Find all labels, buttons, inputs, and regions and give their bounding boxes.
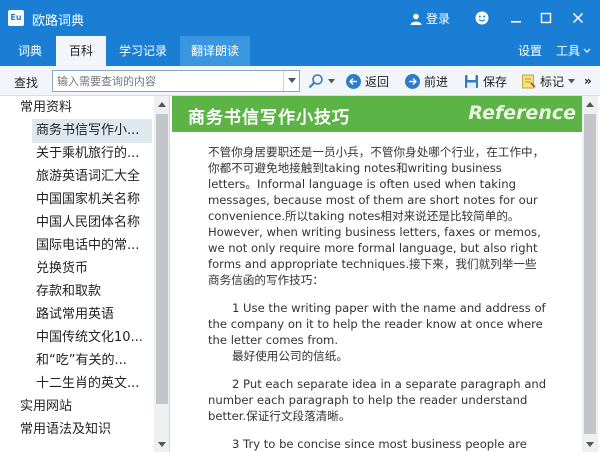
chevron-down-icon [568,78,576,83]
bookmark-label: 标记 [540,74,565,89]
article-tip-1: 1 Use the writing paper with the name an… [208,301,546,347]
article-pane: 商务书信写作小技巧 Reference 不管你身居要职还是一员小兵，不管你身处哪… [172,96,600,452]
tab-translate-read[interactable]: 翻译朗读 [180,36,250,66]
scroll-down-arrow-icon[interactable] [582,436,598,452]
maximize-icon [540,12,552,24]
save-button[interactable]: 保存 [464,72,507,90]
article-tip-1-zh: 最好使用公司的信纸。 [232,349,348,363]
back-label: 返回 [365,74,390,89]
tab-dictionary[interactable]: 词典 [10,36,50,66]
sidebar-item-peoples-organizations[interactable]: 中国人民团体名称 [36,211,152,235]
close-icon [572,12,584,24]
sidebar-item-zodiac-english[interactable]: 十二生肖的英文... [36,372,152,396]
save-label: 保存 [483,74,508,89]
chevron-down-icon [583,48,591,53]
login-button[interactable]: 登录 [410,10,450,27]
search-box [52,70,300,92]
article-banner: 商务书信写作小技巧 Reference [172,96,582,132]
title-bar: Eu 欧路词典 登录 [0,0,600,36]
search-icon [308,74,323,89]
tab-study-records[interactable]: 学习记录 [112,36,174,66]
sidebar-item-travel-vocabulary[interactable]: 旅游英语词汇大全 [36,165,152,189]
sidebar-scrollbar[interactable] [154,96,169,452]
minimize-button[interactable] [506,8,526,28]
sidebar-scroll-thumb[interactable] [156,114,168,404]
tools-menu[interactable]: 工具 [556,36,591,66]
find-label: 查找 [14,76,39,90]
article-intro: 不管你身居要职还是一员小兵，不管你身处哪个行业，在工作中，你都不可避免地接触到t… [208,145,545,287]
menu-bar: 词典 百科 学习记录 翻译朗读 设置 工具 [0,36,600,66]
forward-button[interactable]: 前进 [405,72,448,90]
article-scrollbar[interactable] [582,96,598,452]
sidebar-item-deposit-withdrawal[interactable]: 存款和取款 [36,280,152,304]
article-tip-3: 3 Try to be concise since most business … [232,437,527,451]
reference-label: Reference [468,102,576,124]
login-label: 登录 [426,12,451,26]
maximize-button[interactable] [536,8,556,28]
sidebar-item-international-calls[interactable]: 国际电话中的常... [36,234,152,258]
close-button[interactable] [568,8,588,28]
bookmark-button[interactable]: 标记 [521,72,576,90]
chevron-down-icon [328,78,335,83]
toolbar: 查找 返回 前进 保存 标记 » [0,66,600,96]
back-button[interactable]: 返回 [346,72,389,90]
sidebar-tree: 常用资料 商务书信写作小... 关于乘机旅行的... 旅游英语词汇大全 中国国家… [0,96,170,452]
sidebar-item-business-letter-tips[interactable]: 商务书信写作小... [32,119,152,143]
double-chevron-right-icon: » [584,74,592,88]
sidebar-item-air-travel[interactable]: 关于乘机旅行的... [36,142,152,166]
sidebar-category-common-materials[interactable]: 常用资料 [20,96,152,120]
scroll-up-arrow-icon[interactable] [582,96,598,112]
article-body: 不管你身居要职还是一员小兵，不管你身处哪个行业，在工作中，你都不可避免地接触到t… [208,144,548,452]
settings-menu[interactable]: 设置 [518,36,542,66]
minimize-icon [511,21,521,23]
feedback-smiley-button[interactable] [472,8,492,28]
tab-encyclopedia[interactable]: 百科 [56,36,106,66]
scroll-up-arrow-icon[interactable] [154,96,169,112]
save-icon [465,74,478,88]
forward-label: 前进 [424,74,449,89]
app-logo-icon: Eu [8,10,24,26]
article-title: 商务书信写作小技巧 [188,108,350,128]
window-title: 欧路词典 [32,14,85,29]
forward-arrow-icon [405,73,420,89]
article-scroll-thumb[interactable] [584,114,596,434]
more-tools-button[interactable]: » [584,72,592,90]
search-input[interactable] [53,71,281,91]
scroll-down-arrow-icon[interactable] [154,436,169,452]
sidebar-item-state-organs[interactable]: 中国国家机关名称 [36,188,152,212]
tools-label: 工具 [556,44,581,58]
article-tip-2: 2 Put each separate idea in a separate p… [208,377,547,423]
back-arrow-icon [346,73,361,89]
sidebar-category-grammar-knowledge[interactable]: 常用语法及知识 [20,418,152,442]
chevron-down-icon [287,78,296,83]
sidebar-item-traditional-culture[interactable]: 中国传统文化10... [36,326,152,350]
sidebar-category-useful-websites[interactable]: 实用网站 [20,395,152,419]
sidebar-item-eating-related[interactable]: 和“吃”有关的... [36,349,152,373]
bookmark-icon [522,74,536,88]
user-icon [410,13,422,25]
search-history-dropdown[interactable] [283,71,299,91]
sidebar-item-road-test-english[interactable]: 路试常用英语 [36,303,152,327]
smiley-icon [475,11,489,25]
sidebar-item-currency-exchange[interactable]: 兑换货币 [36,257,152,281]
search-button[interactable] [308,72,335,90]
